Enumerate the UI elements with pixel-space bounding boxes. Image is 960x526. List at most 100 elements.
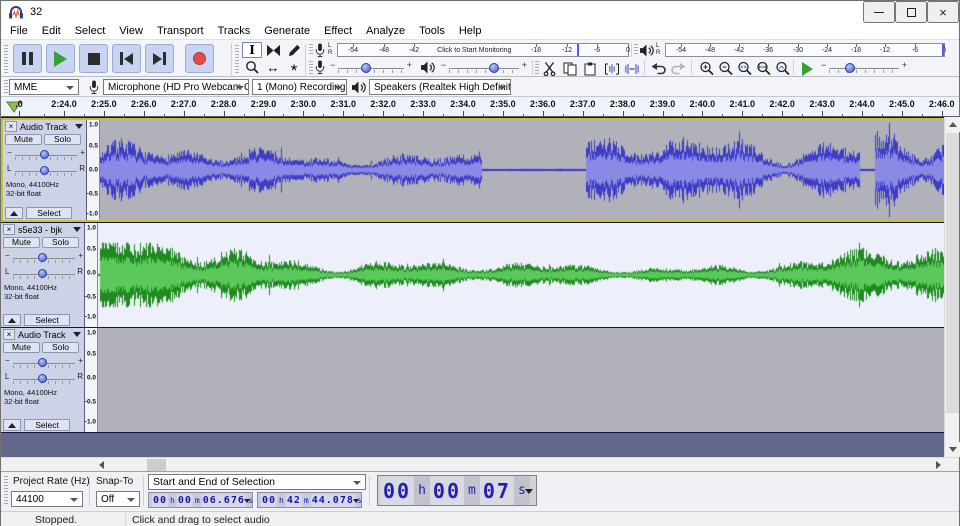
zoom-in-button[interactable] [697, 60, 716, 77]
playback-device-select[interactable]: Speakers (Realtek High Definiti [369, 79, 511, 95]
audio-position-field[interactable]: 00h00m07s [377, 475, 537, 506]
device-toolbar-grabber[interactable] [4, 80, 8, 94]
record-button[interactable] [185, 44, 214, 73]
playback-meter-grabber[interactable] [634, 44, 638, 56]
collapse-track-button[interactable] [3, 419, 21, 431]
play-speed-slider[interactable]: −+ [819, 60, 909, 76]
close-button[interactable]: × [927, 1, 959, 23]
zoom-fit-button[interactable] [754, 60, 773, 77]
selection-end-field[interactable]: 00h42m44.078s [257, 492, 362, 508]
horizontal-scrollbar[interactable] [1, 457, 959, 471]
skip-to-end-button[interactable] [145, 44, 174, 73]
time-shift-tool-button[interactable]: ↔ [263, 59, 283, 75]
play-button[interactable] [46, 44, 75, 73]
snap-to-select[interactable]: Off [96, 491, 140, 507]
pause-button[interactable] [13, 44, 42, 73]
playback-meter[interactable]: -54-48-42-36-30-24-18-12-60 [665, 43, 945, 57]
recording-meter[interactable]: -54-48-42-18-12-60Click to Start Monitor… [337, 43, 629, 57]
menu-help[interactable]: Help [452, 24, 489, 38]
menu-edit[interactable]: Edit [35, 24, 68, 38]
play-speed-thumb[interactable] [845, 63, 855, 73]
select-track-button[interactable]: Select [26, 207, 72, 219]
selection-toolbar-grabber[interactable] [4, 476, 8, 506]
redo-button[interactable] [669, 60, 688, 77]
pan-slider[interactable]: L R [3, 371, 83, 386]
transport-toolbar-grabber[interactable] [4, 45, 8, 73]
track-2-waveform[interactable] [98, 223, 946, 327]
paste-button[interactable] [580, 60, 599, 77]
pan-thumb[interactable] [38, 269, 47, 278]
track-close-button[interactable]: × [5, 121, 17, 132]
copy-button[interactable] [560, 60, 579, 77]
menu-select[interactable]: Select [68, 24, 113, 38]
track-1-waveform[interactable] [100, 120, 944, 220]
menu-generate[interactable]: Generate [257, 24, 317, 38]
selection-mode-select[interactable]: Start and End of Selection [148, 474, 366, 490]
pan-thumb[interactable] [38, 374, 47, 383]
playback-volume-slider[interactable]: −+ [439, 60, 529, 76]
recording-volume-slider[interactable]: −+ [328, 60, 414, 76]
stop-button[interactable] [79, 44, 108, 73]
cut-button[interactable] [540, 60, 559, 77]
scroll-down-button[interactable] [945, 442, 960, 457]
pan-slider[interactable]: L R [5, 163, 85, 178]
zoom-out-button[interactable] [716, 60, 735, 77]
solo-button[interactable]: Solo [44, 134, 81, 145]
mute-button[interactable]: Mute [5, 134, 42, 145]
recording-device-select[interactable]: Microphone (HD Pro Webcam C920) [103, 79, 249, 95]
zoom-tool-button[interactable] [242, 59, 262, 75]
menu-tools[interactable]: Tools [412, 24, 452, 38]
collapse-track-button[interactable] [5, 207, 23, 219]
minimize-button[interactable] [863, 1, 895, 23]
solo-button[interactable]: Solo [42, 342, 79, 353]
zoom-selection-button[interactable] [735, 60, 754, 77]
track-menu-caret-icon[interactable] [73, 332, 81, 337]
gain-thumb[interactable] [40, 150, 49, 159]
vertical-scrollbar[interactable] [944, 117, 959, 457]
scroll-right-button[interactable] [931, 458, 946, 471]
scroll-left-button[interactable] [94, 458, 109, 471]
timeline-ruler[interactable]: .02:24.02:25.02:26.02:27.02:28.02:29.02:… [1, 97, 959, 117]
gain-slider[interactable]: − + [5, 147, 85, 162]
gain-thumb[interactable] [38, 358, 47, 367]
draw-tool-button[interactable] [284, 42, 304, 58]
mute-button[interactable]: Mute [3, 237, 40, 248]
recording-channels-select[interactable]: 1 (Mono) Recording Chann [252, 79, 347, 95]
track-title[interactable]: Audio Track [20, 122, 68, 132]
project-rate-select[interactable]: 44100 [11, 491, 83, 507]
menu-transport[interactable]: Transport [150, 24, 211, 38]
recording-volume-thumb[interactable] [361, 63, 371, 73]
mixer-toolbar-grabber[interactable] [309, 61, 313, 74]
audio-host-select[interactable]: MME [9, 79, 79, 95]
selection-start-field[interactable]: 00h00m06.676s [148, 492, 253, 508]
undo-button[interactable] [649, 60, 668, 77]
tools-toolbar-grabber[interactable] [235, 45, 239, 73]
pan-thumb[interactable] [40, 166, 49, 175]
track-menu-caret-icon[interactable] [75, 124, 83, 129]
mute-button[interactable]: Mute [3, 342, 40, 353]
gain-slider[interactable]: − + [3, 250, 83, 265]
track-title[interactable]: s5e33 - bjk [18, 225, 62, 235]
multi-tool-button[interactable]: * [284, 59, 304, 75]
vertical-scroll-thumb[interactable] [946, 133, 959, 413]
collapse-track-button[interactable] [3, 314, 21, 326]
gain-thumb[interactable] [38, 253, 47, 262]
menu-view[interactable]: View [112, 24, 150, 38]
menu-effect[interactable]: Effect [317, 24, 359, 38]
zoom-toggle-button[interactable] [773, 60, 792, 77]
edit-toolbar-grabber[interactable] [535, 61, 539, 74]
track-3-waveform[interactable] [98, 328, 946, 432]
track-title[interactable]: Audio Track [18, 330, 66, 340]
recording-meter-grabber[interactable] [309, 44, 313, 56]
gain-slider[interactable]: − + [3, 355, 83, 370]
menu-tracks[interactable]: Tracks [211, 24, 258, 38]
trim-audio-button[interactable] [602, 60, 621, 77]
solo-button[interactable]: Solo [42, 237, 79, 248]
pan-slider[interactable]: L R [3, 266, 83, 281]
playback-volume-thumb[interactable] [489, 63, 499, 73]
track-close-button[interactable]: × [3, 224, 15, 235]
horizontal-scroll-thumb[interactable] [147, 459, 166, 471]
menu-file[interactable]: File [3, 24, 35, 38]
play-at-speed-button[interactable] [798, 60, 817, 77]
maximize-button[interactable] [895, 1, 927, 23]
